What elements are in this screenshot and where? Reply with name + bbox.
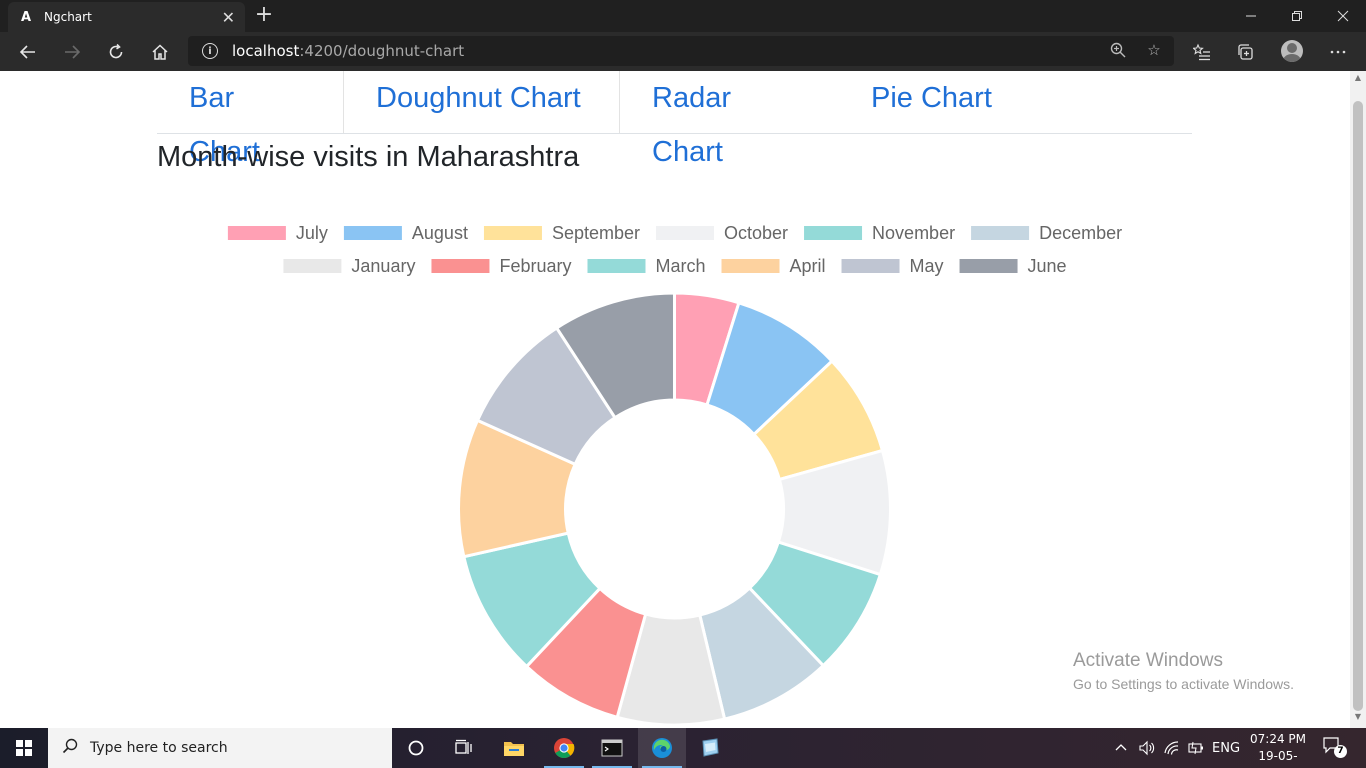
url-path: :4200/doughnut-chart: [299, 42, 465, 60]
back-arrow-icon[interactable]: [14, 38, 42, 66]
legend-swatch-march[interactable]: [587, 259, 646, 273]
legend-swatch-july[interactable]: [227, 226, 286, 240]
legend-swatch-october[interactable]: [656, 226, 715, 240]
volume-icon[interactable]: [1138, 728, 1156, 768]
windows-logo-icon: [16, 740, 32, 756]
legend-label-may[interactable]: May: [910, 256, 944, 276]
legend-label-january[interactable]: January: [351, 256, 415, 276]
collections-icon[interactable]: [1232, 38, 1260, 66]
restore-icon[interactable]: [1274, 0, 1320, 32]
legend-swatch-february[interactable]: [431, 259, 490, 273]
search-placeholder: Type here to search: [90, 740, 228, 756]
edge-icon[interactable]: [638, 728, 686, 768]
refresh-icon[interactable]: [102, 38, 130, 66]
tray-chevron-icon[interactable]: [1114, 728, 1128, 768]
legend-label-november[interactable]: November: [872, 223, 955, 243]
language-indicator[interactable]: ENG: [1212, 728, 1240, 768]
notification-count-badge: 7: [1334, 745, 1347, 758]
legend-label-april[interactable]: April: [790, 256, 826, 276]
legend-label-august[interactable]: August: [412, 223, 468, 243]
legend-swatch-december[interactable]: [971, 226, 1030, 240]
url-host: localhost: [232, 42, 300, 60]
system-clock[interactable]: 07:24 PM 19-05-2021: [1248, 731, 1308, 768]
activate-windows-title: Activate Windows: [1073, 650, 1223, 671]
task-view-icon[interactable]: [440, 728, 488, 768]
home-icon[interactable]: [146, 38, 174, 66]
legend-label-october[interactable]: October: [724, 223, 788, 243]
legend-label-december[interactable]: December: [1039, 223, 1122, 243]
new-tab-button[interactable]: +: [252, 4, 276, 28]
cortana-icon[interactable]: [392, 728, 440, 768]
legend-swatch-august[interactable]: [343, 226, 402, 240]
clock-time: 07:24 PM: [1250, 732, 1306, 746]
favorites-list-icon[interactable]: [1188, 38, 1216, 66]
scroll-down-icon[interactable]: ▼: [1350, 712, 1366, 726]
legend-label-february[interactable]: February: [499, 256, 571, 276]
terminal-icon[interactable]: [588, 728, 636, 768]
minimize-icon[interactable]: [1228, 0, 1274, 32]
doughnut-chart: July August September October November Decemb…: [227, 223, 1122, 727]
forward-arrow-icon[interactable]: [58, 38, 86, 66]
angular-logo-icon: A: [20, 9, 32, 25]
legend-swatch-january[interactable]: [283, 259, 342, 273]
chart-legend: July August September October November Decemb…: [227, 223, 1122, 276]
page-scrollbar[interactable]: ▲ ▼: [1350, 71, 1366, 728]
legend-swatch-may[interactable]: [841, 259, 900, 273]
more-menu-icon[interactable]: [1324, 38, 1352, 66]
scrollbar-thumb[interactable]: [1353, 101, 1363, 711]
address-bar[interactable]: i localhost:4200/doughnut-chart ☆: [188, 36, 1174, 66]
legend-swatch-april[interactable]: [721, 259, 780, 273]
activate-windows-subtitle: Go to Settings to activate Windows.: [1073, 676, 1294, 692]
windows-taskbar: Type here to search ENG 07:24 PM 19-05-2…: [0, 728, 1366, 768]
legend-label-june[interactable]: June: [1028, 256, 1067, 276]
legend-label-march[interactable]: March: [655, 256, 705, 276]
chart-slices: [457, 291, 892, 727]
scroll-up-icon[interactable]: ▲: [1350, 73, 1366, 87]
wifi-icon[interactable]: [1163, 728, 1181, 768]
browser-toolbar: i localhost:4200/doughnut-chart ☆: [0, 32, 1366, 71]
profile-avatar-icon[interactable]: [1281, 40, 1303, 62]
page-viewport: Bar Chart Doughnut Chart Radar Chart Pie…: [0, 71, 1350, 728]
legend-swatch-june[interactable]: [959, 259, 1018, 273]
clock-date: 19-05-2021: [1258, 749, 1298, 768]
notification-center-icon[interactable]: 7: [1322, 736, 1347, 760]
file-explorer-icon[interactable]: [490, 728, 538, 768]
favorite-star-icon[interactable]: ☆: [1144, 41, 1164, 61]
zoom-icon[interactable]: [1108, 41, 1128, 61]
taskbar-search-box[interactable]: Type here to search: [48, 728, 392, 768]
browser-tab-strip: A Ngchart ✕ +: [0, 0, 1366, 32]
close-tab-icon[interactable]: ✕: [222, 8, 235, 27]
close-window-icon[interactable]: [1320, 0, 1366, 32]
app-icon[interactable]: [686, 728, 734, 768]
legend-swatch-november[interactable]: [804, 226, 863, 240]
legend-label-september[interactable]: September: [552, 223, 640, 243]
chrome-icon[interactable]: [540, 728, 588, 768]
legend-label-july[interactable]: July: [296, 223, 328, 243]
browser-tab[interactable]: A Ngchart ✕: [8, 2, 245, 32]
tab-title: Ngchart: [44, 10, 92, 24]
search-icon: [62, 738, 78, 758]
legend-swatch-september[interactable]: [483, 226, 542, 240]
battery-icon[interactable]: [1187, 728, 1205, 768]
site-info-icon[interactable]: i: [202, 43, 218, 59]
start-button[interactable]: [0, 728, 48, 768]
